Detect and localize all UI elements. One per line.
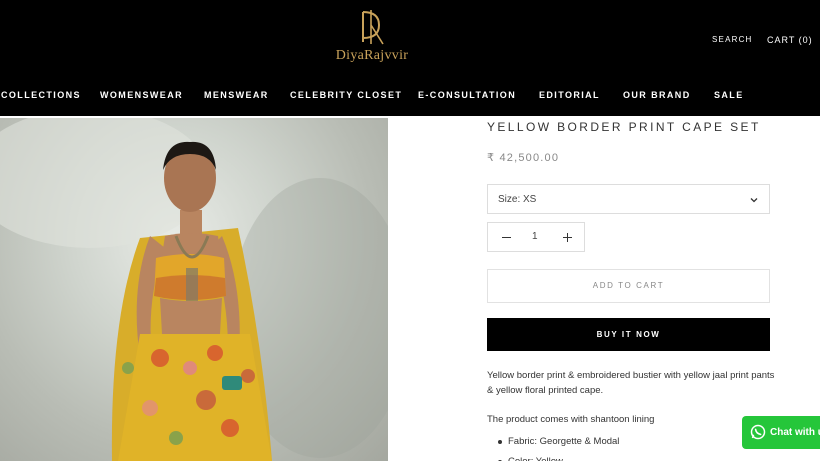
add-to-cart-button[interactable]: ADD TO CART — [487, 269, 770, 303]
logo-monogram-icon — [362, 10, 384, 45]
model-illustration — [0, 118, 388, 461]
spec-item: Fabric: Georgette & Modal — [498, 432, 619, 452]
quantity-value[interactable]: 1 — [532, 231, 538, 242]
brand-name: DiyaRajvvir — [335, 48, 409, 63]
product-title: YELLOW BORDER PRINT CAPE SET — [487, 120, 761, 134]
whatsapp-icon — [750, 424, 766, 440]
quantity-stepper[interactable]: 1 — [487, 222, 585, 252]
size-select[interactable]: Size: XS — [487, 184, 770, 214]
cart-link[interactable]: CART (0) — [767, 35, 813, 45]
chevron-down-icon — [750, 198, 758, 203]
product-specs: Fabric: Georgette & Modal Color: Yellow — [498, 432, 619, 461]
nav-item-editorial[interactable]: EDITORIAL — [539, 90, 600, 100]
chat-widget-label: Chat with us — [770, 427, 820, 438]
nav-item-collections[interactable]: COLLECTIONS — [1, 90, 81, 100]
site-header: DiyaRajvvir SEARCH CART (0) COLLECTIONS … — [0, 0, 820, 116]
nav-item-sale[interactable]: SALE — [714, 90, 744, 100]
product-lining: The product comes with shantoon lining — [487, 414, 655, 425]
buy-it-now-button[interactable]: BUY IT NOW — [487, 318, 770, 351]
nav-item-our-brand[interactable]: OUR BRAND — [623, 90, 691, 100]
product-description: Yellow border print & embroidered bustie… — [487, 370, 775, 396]
spec-item: Color: Yellow — [498, 452, 619, 461]
plus-icon[interactable] — [561, 231, 575, 245]
chat-widget-button[interactable]: Chat with us — [742, 416, 820, 449]
brand-logo[interactable]: DiyaRajvvir — [322, 8, 422, 64]
main-nav: COLLECTIONS WOMENSWEAR MENSWEAR CELEBRIT… — [0, 90, 820, 104]
product-image[interactable] — [0, 118, 388, 461]
search-link[interactable]: SEARCH — [712, 35, 753, 44]
minus-icon[interactable] — [500, 231, 514, 245]
nav-item-e-consultation[interactable]: E-CONSULTATION — [418, 90, 516, 100]
nav-item-celebrity-closet[interactable]: CELEBRITY CLOSET — [290, 90, 402, 100]
size-select-value: Size: XS — [498, 194, 537, 205]
product-price: ₹ 42,500.00 — [487, 152, 560, 164]
nav-item-menswear[interactable]: MENSWEAR — [204, 90, 269, 100]
nav-item-womenswear[interactable]: WOMENSWEAR — [100, 90, 183, 100]
